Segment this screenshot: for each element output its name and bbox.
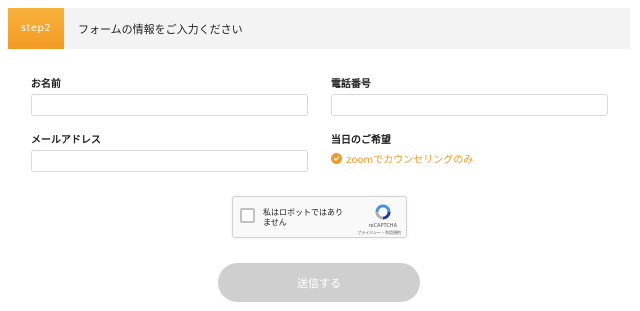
name-input[interactable] <box>31 94 308 116</box>
zoom-option[interactable]: zoomでカウンセリングのみ <box>331 151 473 166</box>
recaptcha-logo-icon <box>375 204 391 220</box>
recaptcha-label: 私はロボットではありません <box>263 208 343 227</box>
check-circle-icon <box>331 153 342 164</box>
recaptcha-checkbox[interactable] <box>240 208 255 223</box>
date-label: 当日のご希望 <box>331 135 391 146</box>
submit-button[interactable]: 送信する <box>218 263 420 302</box>
recaptcha-widget: 私はロボットではありません reCAPTCHA プライバシー・利用規約 <box>232 196 407 238</box>
phone-input[interactable] <box>331 94 608 116</box>
recaptcha-links[interactable]: プライバシー・利用規約 <box>357 230 401 236</box>
step-header: step2 フォームの情報をご入力ください <box>8 8 630 49</box>
step-title: フォームの情報をご入力ください <box>78 22 243 36</box>
zoom-option-label: zoomでカウンセリングのみ <box>346 155 474 166</box>
email-label: メールアドレス <box>31 135 101 146</box>
name-label: お名前 <box>31 79 61 90</box>
email-input[interactable] <box>31 150 308 172</box>
recaptcha-brand: reCAPTCHA <box>368 223 397 229</box>
phone-label: 電話番号 <box>331 79 371 90</box>
step-badge: step2 <box>8 8 64 49</box>
